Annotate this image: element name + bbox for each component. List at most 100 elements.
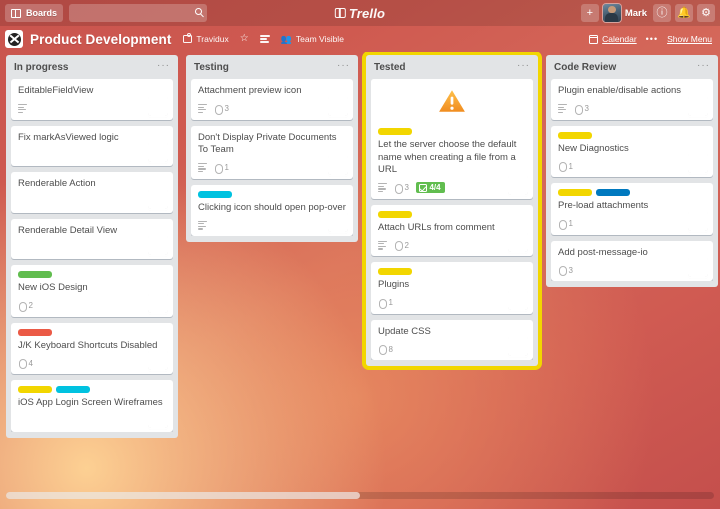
card-labels bbox=[378, 268, 526, 276]
description-badge bbox=[558, 103, 567, 114]
visibility-label: Team Visible bbox=[295, 34, 344, 44]
card-member-avatar[interactable] bbox=[508, 175, 528, 195]
trello-logo[interactable]: Trello bbox=[334, 6, 385, 21]
card-label[interactable] bbox=[596, 189, 630, 197]
card-member-avatar[interactable] bbox=[688, 211, 708, 231]
card[interactable]: Pre-load attachments 1 bbox=[551, 183, 713, 235]
card-member-avatar[interactable] bbox=[148, 350, 168, 370]
list-title[interactable]: Tested bbox=[374, 62, 406, 73]
card-label[interactable] bbox=[558, 189, 592, 197]
description-badge bbox=[18, 103, 27, 114]
card[interactable]: Let the server choose the default name w… bbox=[371, 79, 533, 199]
card-title: New iOS Design bbox=[18, 282, 88, 294]
search-input[interactable] bbox=[69, 4, 208, 22]
card-member-avatar[interactable] bbox=[508, 232, 528, 252]
card-title: Renderable Detail View bbox=[18, 224, 118, 236]
card[interactable]: New iOS Design 2 bbox=[11, 265, 173, 317]
card-member-avatar[interactable] bbox=[688, 96, 708, 116]
horizontal-scrollbar[interactable] bbox=[6, 492, 714, 499]
card-member-avatar[interactable] bbox=[148, 235, 168, 255]
card-member-avatar[interactable] bbox=[688, 153, 708, 173]
card-member-avatar[interactable] bbox=[508, 336, 528, 356]
list-menu-button[interactable]: ··· bbox=[157, 61, 170, 71]
card-badges bbox=[198, 219, 346, 231]
card[interactable]: New Diagnostics 1 bbox=[551, 125, 713, 178]
card-member-avatar[interactable] bbox=[328, 96, 348, 116]
more-options-button[interactable]: ••• bbox=[646, 34, 658, 44]
card[interactable]: Renderable Action bbox=[11, 172, 173, 213]
page-title[interactable]: Product Development bbox=[30, 32, 171, 47]
paperclip-icon bbox=[18, 359, 27, 370]
list-title[interactable]: In progress bbox=[14, 62, 68, 73]
card[interactable]: Attach URLs from comment 2 bbox=[371, 204, 533, 257]
card[interactable]: J/K Keyboard Shortcuts Disabled 4 bbox=[11, 322, 173, 375]
card-member-avatar[interactable] bbox=[148, 408, 168, 428]
list-menu-button[interactable]: ··· bbox=[697, 61, 710, 71]
notifications-bell-icon[interactable]: 🔔 bbox=[675, 4, 693, 22]
boards-button[interactable]: Boards bbox=[5, 4, 64, 22]
calendar-link[interactable]: Calendar bbox=[588, 34, 637, 44]
card-badges: 1 bbox=[378, 297, 526, 309]
list-testing: Testing ··· Attachment preview icon 3 Don't … bbox=[186, 55, 358, 243]
card[interactable]: Fix markAsViewed logic bbox=[11, 125, 173, 167]
card-member-avatar[interactable] bbox=[148, 96, 168, 116]
list-title[interactable]: Code Review bbox=[554, 62, 616, 73]
card[interactable]: Update CSS 8 bbox=[371, 319, 533, 361]
card[interactable]: Plugins 1 bbox=[371, 262, 533, 314]
attachment-count: 3 bbox=[224, 104, 229, 114]
attachment-badge: 1 bbox=[558, 219, 573, 230]
card-label[interactable] bbox=[378, 268, 412, 276]
card-member-avatar[interactable] bbox=[148, 189, 168, 209]
card[interactable]: Plugin enable/disable actions 3 bbox=[551, 79, 713, 120]
board-subscribe-button[interactable] bbox=[259, 35, 270, 43]
card-title: EditableFieldView bbox=[18, 85, 94, 96]
card-label[interactable] bbox=[378, 210, 412, 218]
card-label[interactable] bbox=[198, 190, 232, 198]
card[interactable]: Don't Display Private Documents To Team 1 bbox=[191, 125, 353, 179]
card-label[interactable] bbox=[56, 386, 90, 394]
card[interactable]: Attachment preview icon 3 bbox=[191, 79, 353, 120]
card-member-avatar[interactable] bbox=[148, 142, 168, 162]
attachment-badge: 3 bbox=[574, 104, 589, 115]
show-menu-link[interactable]: Show Menu bbox=[667, 34, 712, 44]
add-button[interactable]: + bbox=[580, 4, 599, 22]
card-label[interactable] bbox=[558, 131, 592, 139]
card-member-avatar[interactable] bbox=[328, 155, 348, 175]
card-title: J/K Keyboard Shortcuts Disabled bbox=[18, 339, 158, 351]
card-label[interactable] bbox=[18, 386, 52, 394]
board-visibility[interactable]: 👥 Team Visible bbox=[281, 34, 344, 44]
board-logo-button[interactable] bbox=[5, 30, 23, 48]
card[interactable]: EditableFieldView bbox=[11, 79, 173, 120]
list-title[interactable]: Testing bbox=[194, 62, 229, 73]
card[interactable]: Clicking icon should open pop-over bbox=[191, 184, 353, 237]
info-icon[interactable]: ⓘ bbox=[653, 4, 671, 22]
card-member-avatar[interactable] bbox=[148, 293, 168, 313]
card-member-avatar[interactable] bbox=[508, 290, 528, 310]
card-labels bbox=[18, 328, 166, 336]
search-box[interactable] bbox=[69, 4, 208, 22]
card[interactable]: Renderable Detail View bbox=[11, 218, 173, 260]
description-icon bbox=[198, 163, 207, 173]
list-header: In progress ··· bbox=[11, 60, 173, 79]
card-member-avatar[interactable] bbox=[328, 212, 348, 232]
horizontal-scrollbar-thumb[interactable] bbox=[6, 492, 360, 499]
card-title: Update CSS bbox=[378, 325, 431, 337]
card-label[interactable] bbox=[378, 128, 412, 135]
attachment-badge: 1 bbox=[378, 298, 393, 309]
gear-icon[interactable]: ⚙ bbox=[697, 4, 715, 22]
top-navigation-bar: Boards Trello + Mark ⓘ 🔔 ⚙ bbox=[0, 0, 720, 26]
card-member-avatar[interactable] bbox=[688, 257, 708, 277]
star-board-button[interactable]: ☆ bbox=[240, 34, 249, 44]
list-menu-button[interactable]: ··· bbox=[517, 61, 530, 71]
description-icon bbox=[378, 240, 387, 250]
list-menu-button[interactable]: ··· bbox=[337, 61, 350, 71]
people-icon: 👥 bbox=[280, 33, 292, 44]
list-tested: Tested ··· Let the server choose the defau… bbox=[366, 55, 538, 367]
card-label[interactable] bbox=[18, 271, 52, 279]
board-organization[interactable]: Travidux bbox=[183, 33, 229, 44]
card-label[interactable] bbox=[18, 328, 52, 336]
card[interactable]: Add post-message-io 3 bbox=[551, 240, 713, 282]
description-icon bbox=[18, 103, 27, 114]
user-menu[interactable]: Mark bbox=[602, 4, 649, 22]
card[interactable]: iOS App Login Screen Wireframes bbox=[11, 380, 173, 432]
